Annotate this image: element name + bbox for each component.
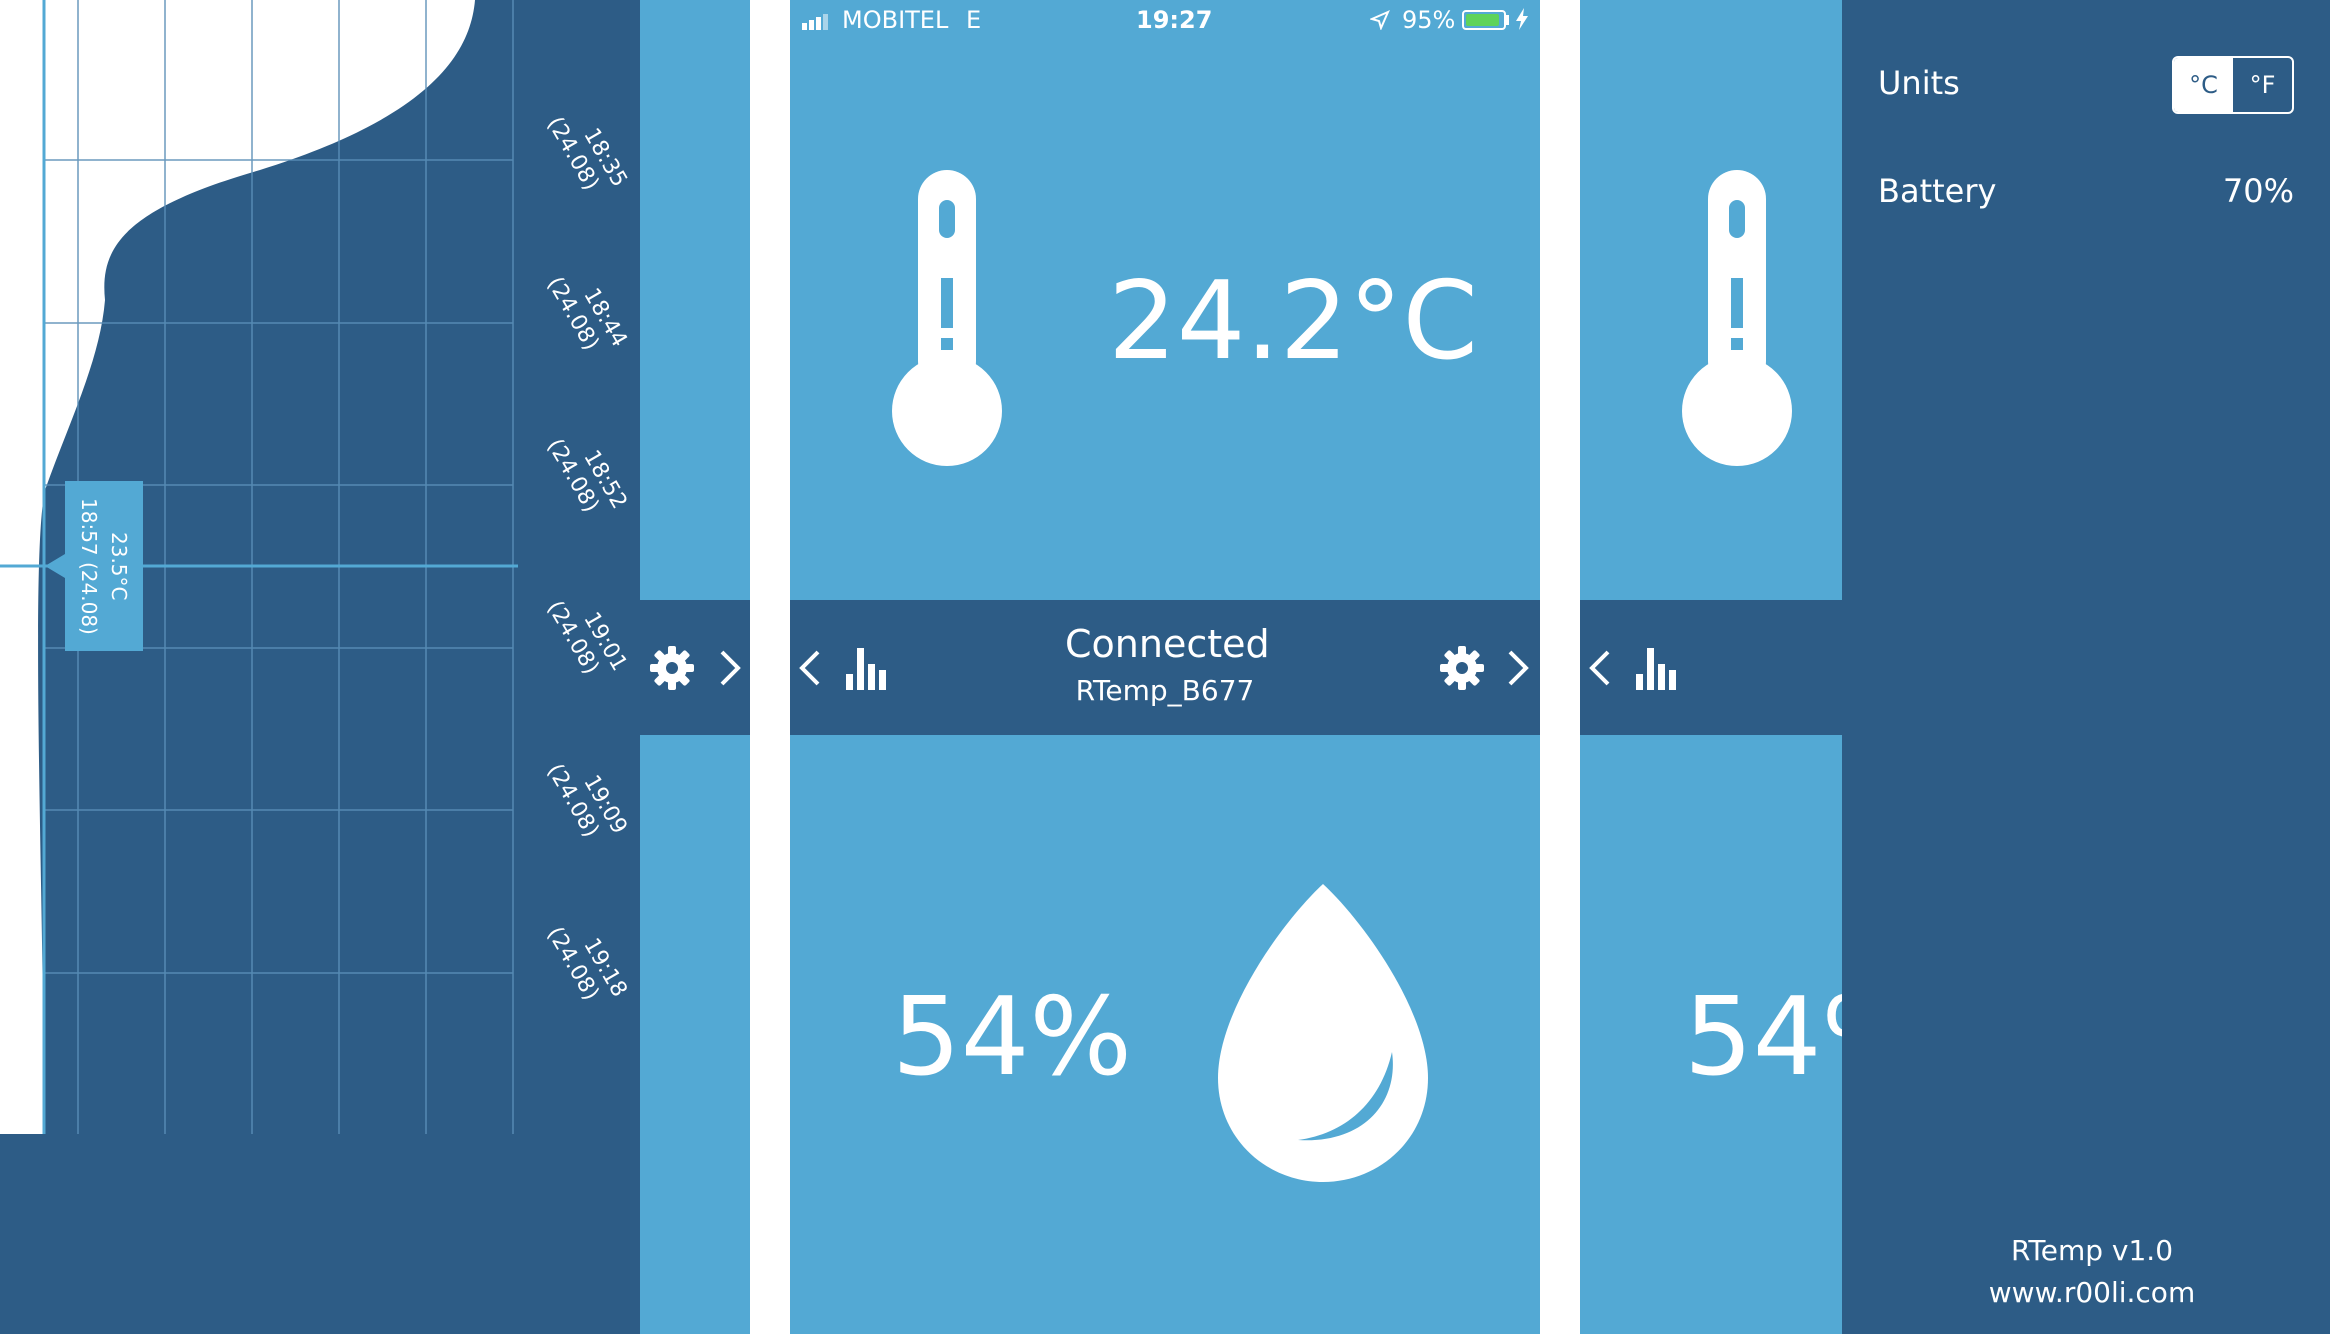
connection-bar <box>790 600 1540 735</box>
battery-percent: 95% <box>1402 6 1456 34</box>
status-time: 19:27 <box>1136 6 1213 34</box>
chart-icon[interactable] <box>844 644 894 690</box>
battery-tip <box>1506 15 1509 25</box>
device-name: RTemp_B677 <box>1075 674 1255 707</box>
water-drop-icon <box>1218 884 1428 1182</box>
signal-icon <box>802 14 828 30</box>
panel1-edge-top <box>640 0 750 600</box>
chevron-left-icon[interactable] <box>798 648 822 688</box>
units-label: Units <box>1878 64 1960 102</box>
app-version: RTemp v1.0 <box>2010 1234 2174 1267</box>
chart-icon[interactable] <box>1634 644 1684 690</box>
tooltip-time: 18:57 (24.08) <box>77 498 101 635</box>
tooltip-pointer <box>45 554 65 578</box>
chevron-right-icon[interactable] <box>1506 648 1530 688</box>
humidity-value: 54% <box>892 975 1133 1100</box>
panel3-humidity-value: 54% <box>1684 975 1842 1100</box>
temperature-value: 24.2°C <box>1108 259 1478 384</box>
gear-icon[interactable] <box>648 644 696 692</box>
chevron-left-icon[interactable] <box>1588 648 1612 688</box>
location-arrow-icon <box>1370 10 1390 30</box>
charging-icon <box>1516 8 1528 30</box>
network-type: E <box>966 6 982 34</box>
panel3-bottom: 54% <box>1580 735 1842 1334</box>
panel3-bar <box>1580 600 1842 735</box>
thermometer-icon <box>1682 170 1792 466</box>
carrier-name: MOBITEL <box>842 6 949 34</box>
battery-icon <box>1462 10 1506 30</box>
panel1-edge-bottom <box>640 735 750 1334</box>
battery-label: Battery <box>1878 172 1997 210</box>
connection-status: Connected <box>1065 622 1270 666</box>
thermometer-icon <box>892 170 1002 466</box>
chevron-right-icon[interactable] <box>718 648 742 688</box>
chart-bottom-strip <box>0 1134 640 1334</box>
settings-gear-icon[interactable] <box>1438 644 1486 692</box>
units-segmented-control[interactable]: °C °F <box>2172 56 2294 114</box>
unit-celsius-option[interactable]: °C <box>2174 58 2233 112</box>
tooltip-value: 23.5°C <box>107 532 131 601</box>
battery-value: 70% <box>2222 172 2294 210</box>
website-link[interactable]: www.r00li.com <box>1942 1276 2242 1309</box>
unit-fahrenheit-option[interactable]: °F <box>2233 58 2292 112</box>
